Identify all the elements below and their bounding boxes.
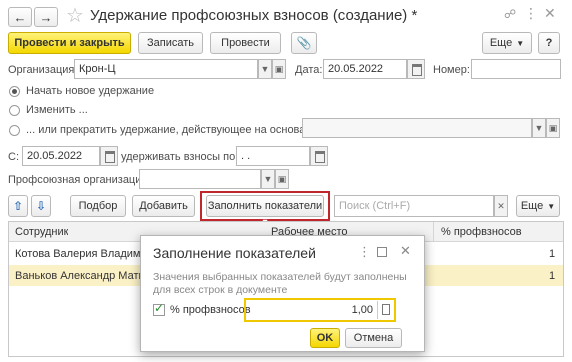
radio-start-new[interactable]	[9, 86, 20, 97]
from-date-input[interactable]: 20.05.2022	[22, 146, 100, 166]
open-icon: ▣	[274, 63, 284, 74]
union-open-button[interactable]: ▣	[275, 169, 289, 189]
search-clear-button[interactable]: ✕	[494, 195, 508, 217]
until-calendar-icon[interactable]	[310, 146, 328, 166]
date-label: Дата:	[295, 64, 323, 76]
attach-button[interactable]: 📎	[291, 32, 317, 54]
org-input[interactable]: Крон-Ц	[74, 59, 258, 79]
column-header-employee[interactable]: Сотрудник	[15, 226, 68, 238]
favorite-star-icon[interactable]: ☆	[66, 3, 84, 28]
union-label: Профсоюзная организация:	[8, 174, 151, 186]
cell-percent: 1	[549, 270, 556, 282]
radio-stop[interactable]	[9, 125, 20, 136]
number-input[interactable]	[471, 59, 561, 79]
percent-value-input[interactable]: 1,00	[247, 301, 375, 319]
checkmark-icon: ✓	[154, 301, 165, 315]
move-down-button[interactable]: ⇩	[31, 195, 51, 217]
dialog-description: Значения выбранных показателей будут зап…	[153, 271, 407, 296]
arrow-down-icon: ⇩	[35, 199, 47, 213]
percent-checkbox-label: % профвзносов	[170, 304, 251, 316]
until-label: удерживать взносы по:	[121, 151, 239, 163]
from-calendar-icon[interactable]	[100, 146, 118, 166]
org-label: Организация:	[8, 64, 78, 76]
close-icon[interactable]: ✕	[400, 243, 411, 259]
percent-checkbox[interactable]: ✓	[153, 301, 165, 316]
search-input[interactable]: Поиск (Ctrl+F)	[334, 195, 494, 217]
back-button[interactable]: ←	[8, 7, 32, 27]
date-calendar-icon[interactable]	[407, 59, 425, 79]
radio-stop-label: ... или прекратить удержание, действующе…	[26, 124, 324, 136]
from-label: С:	[8, 151, 19, 163]
close-icon: ✕	[497, 200, 505, 211]
basis-dropdown-button[interactable]: ▼	[532, 118, 546, 138]
open-icon: ▣	[277, 173, 287, 184]
chevron-down-icon: ▼	[263, 174, 273, 184]
cell-employee: Котова Валерия Владимир	[15, 248, 143, 260]
save-button[interactable]: Записать	[138, 32, 203, 54]
union-dropdown-button[interactable]: ▼	[261, 169, 275, 189]
column-divider	[433, 222, 434, 242]
help-button[interactable]: ?	[538, 32, 560, 54]
more-button[interactable]: Еще ▼	[482, 32, 532, 54]
arrow-left-icon: ←	[13, 9, 27, 25]
post-and-close-button[interactable]: Провести и закрыть	[8, 32, 131, 54]
move-up-button[interactable]: ⇧	[8, 195, 28, 217]
arrow-up-icon: ⇧	[12, 199, 24, 213]
dialog-title: Заполнение показателей	[153, 245, 316, 261]
until-date-input[interactable]: . .	[236, 146, 310, 166]
radio-change-label: Изменить ...	[26, 104, 88, 116]
close-icon[interactable]: ✕	[544, 5, 556, 22]
add-button[interactable]: Добавить	[132, 195, 195, 217]
calculator-icon[interactable]	[377, 301, 393, 319]
menu-dots-icon[interactable]: ⋮	[524, 5, 538, 22]
ok-button[interactable]: OK	[310, 328, 340, 348]
column-header-percent[interactable]: % профвзносов	[441, 226, 522, 238]
union-input[interactable]	[139, 169, 261, 189]
number-label: Номер:	[433, 64, 470, 76]
post-button[interactable]: Провести	[210, 32, 281, 54]
chevron-down-icon: ▼	[260, 64, 270, 74]
arrow-right-icon: →	[39, 9, 53, 25]
date-input[interactable]: 20.05.2022	[323, 59, 407, 79]
org-dropdown-button[interactable]: ▼	[258, 59, 272, 79]
basis-open-button[interactable]: ▣	[546, 118, 560, 138]
open-icon: ▣	[548, 122, 558, 133]
fill-indicators-dialog: Заполнение показателей ⋮ ✕ Значения выбр…	[140, 235, 425, 352]
radio-change[interactable]	[9, 105, 20, 116]
forward-button[interactable]: →	[34, 7, 58, 27]
paperclip-icon: 📎	[296, 36, 312, 50]
basis-document-input[interactable]	[302, 118, 532, 138]
org-open-button[interactable]: ▣	[272, 59, 286, 79]
chevron-down-icon: ▼	[547, 201, 556, 211]
link-icon[interactable]: ☍	[504, 7, 516, 21]
cell-employee: Ваньков Александр Матве	[15, 270, 143, 282]
fill-indicators-button[interactable]: Заполнить показатели	[206, 195, 324, 217]
window-title: Удержание профсоюзных взносов (создание)…	[90, 7, 418, 24]
cell-percent: 1	[549, 248, 556, 260]
chevron-down-icon: ▼	[516, 38, 525, 48]
menu-dots-icon[interactable]: ⋮	[358, 244, 371, 260]
select-button[interactable]: Подбор	[70, 195, 126, 217]
radio-start-label: Начать новое удержание	[26, 85, 155, 97]
chevron-down-icon: ▼	[534, 123, 544, 133]
cancel-button[interactable]: Отмена	[345, 328, 402, 348]
maximize-icon[interactable]	[377, 247, 387, 257]
table-more-button[interactable]: Еще ▼	[516, 195, 560, 217]
